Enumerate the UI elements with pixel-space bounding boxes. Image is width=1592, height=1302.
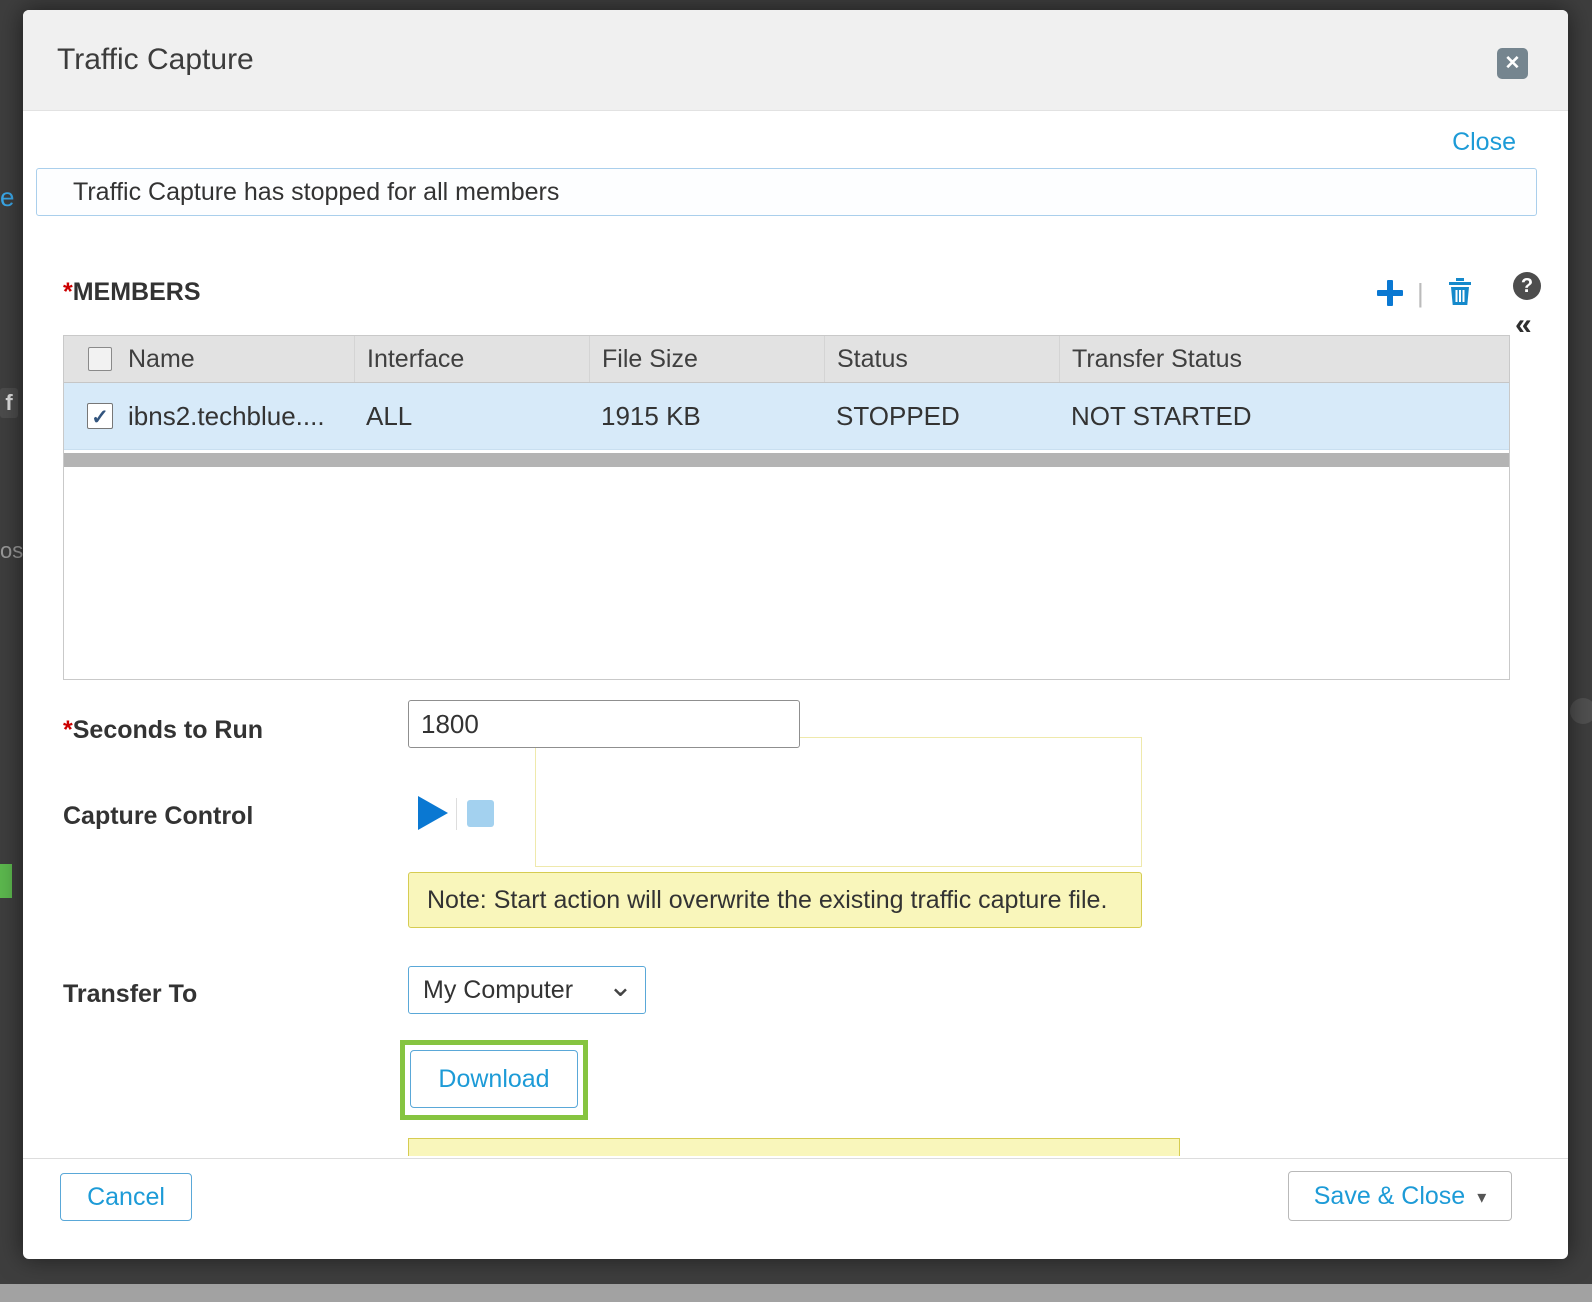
seconds-to-run-label: *Seconds to Run [63, 716, 263, 745]
background-fragment-text: os [0, 538, 23, 564]
play-icon[interactable] [418, 796, 448, 830]
select-all-cell [64, 336, 116, 382]
row-checkbox[interactable]: ✓ [87, 403, 113, 429]
capture-control-label: Capture Control [63, 802, 253, 831]
add-member-icon[interactable] [1375, 278, 1405, 313]
chevron-down-icon: ⌄ [608, 964, 633, 1010]
select-all-checkbox[interactable] [88, 347, 112, 371]
transfer-to-label: Transfer To [63, 980, 197, 1009]
delete-member-icon[interactable] [1447, 276, 1473, 311]
column-header-file-size: File Size [589, 336, 824, 382]
download-highlight: Download [400, 1040, 588, 1120]
row-transfer-status: NOT STARTED [1059, 401, 1509, 432]
members-label: *MEMBERS [63, 278, 201, 307]
required-asterisk: * [63, 716, 73, 744]
status-message: Traffic Capture has stopped for all memb… [36, 168, 1537, 216]
dialog-title: Traffic Capture [57, 43, 254, 77]
transfer-to-dropdown[interactable]: My Computer ⌄ [408, 966, 646, 1014]
icon-separator: | [1417, 278, 1424, 309]
table-header-row: Name Interface File Size Status Transfer… [64, 336, 1509, 383]
page-bottom-strip [0, 1284, 1592, 1302]
save-close-label: Save & Close [1314, 1182, 1465, 1211]
column-header-status: Status [824, 336, 1059, 382]
collapse-icon[interactable]: « [1515, 308, 1532, 342]
partial-note-bar [408, 1138, 1180, 1156]
row-select-cell: ✓ [64, 403, 116, 429]
column-header-interface: Interface [354, 336, 589, 382]
seconds-to-run-input[interactable] [408, 700, 800, 748]
row-interface: ALL [354, 401, 589, 432]
members-table: Name Interface File Size Status Transfer… [63, 335, 1510, 680]
background-fragment-text: e [0, 182, 14, 213]
help-icon[interactable]: ? [1513, 272, 1541, 300]
close-icon[interactable]: ✕ [1497, 48, 1528, 79]
stop-icon[interactable] [467, 800, 494, 827]
background-fragment-circle [1570, 698, 1592, 724]
column-header-transfer-status: Transfer Status [1059, 336, 1509, 382]
table-row[interactable]: ✓ ibns2.techblue.... ALL 1915 KB STOPPED… [64, 383, 1509, 450]
row-status: STOPPED [824, 401, 1059, 432]
dialog-footer: Cancel Save & Close ▾ [23, 1158, 1568, 1259]
capture-control-divider [456, 798, 457, 830]
horizontal-scrollbar[interactable] [64, 453, 1509, 467]
close-link[interactable]: Close [1452, 128, 1516, 157]
row-file-size: 1915 KB [589, 401, 824, 432]
faint-highlight-box [535, 737, 1142, 867]
check-icon: ✓ [91, 406, 109, 429]
background-fragment-green [0, 864, 12, 898]
required-asterisk: * [63, 278, 73, 306]
download-button[interactable]: Download [410, 1050, 578, 1108]
dialog-header: Traffic Capture ✕ [23, 10, 1568, 111]
background-fragment-badge: f [0, 388, 18, 418]
save-close-button[interactable]: Save & Close ▾ [1288, 1171, 1512, 1221]
overwrite-note: Note: Start action will overwrite the ex… [408, 872, 1142, 928]
caret-down-icon[interactable]: ▾ [1477, 1187, 1486, 1208]
traffic-capture-dialog: Traffic Capture ✕ Close Traffic Capture … [23, 10, 1568, 1258]
column-header-name: Name [116, 336, 354, 382]
row-name: ibns2.techblue.... [116, 401, 354, 432]
transfer-to-selected-value: My Computer [423, 976, 573, 1004]
cancel-button[interactable]: Cancel [60, 1173, 192, 1221]
